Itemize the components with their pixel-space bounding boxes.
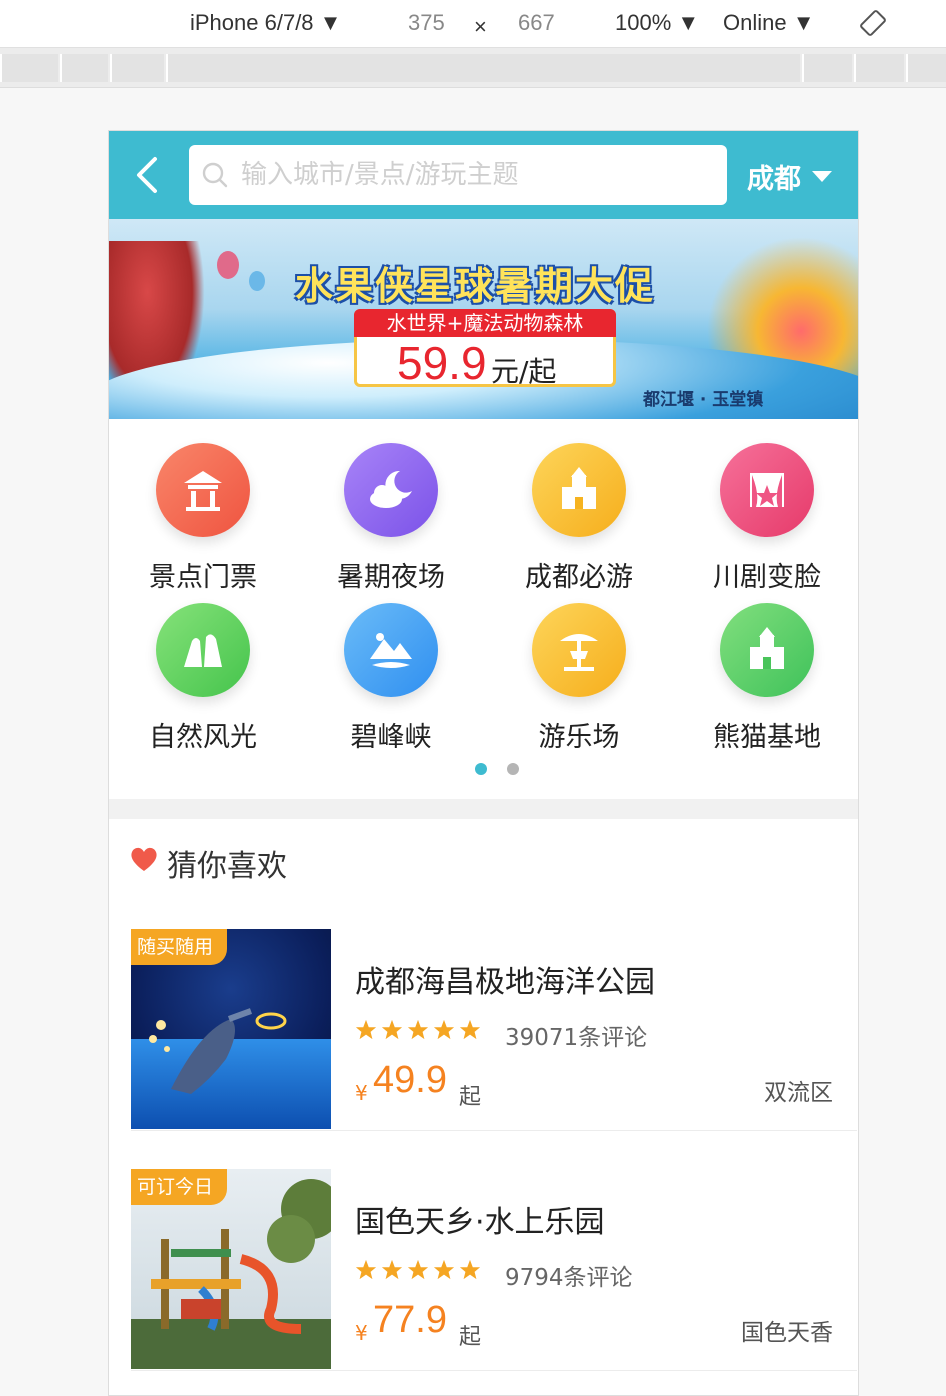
list-item[interactable]: 可订今日 国色天乡·水上乐园 9794条评论 ¥ 77.9 起 国色天香 [131,1149,857,1371]
moon-cloud-icon [344,443,438,537]
heart-icon [131,847,157,871]
star-icon [355,1259,377,1280]
back-arrow-icon[interactable] [131,153,171,197]
star-icon [407,1019,429,1040]
item-area: 国色天香 [741,1320,833,1346]
width-input[interactable]: 375 [408,10,445,36]
item-tag: 可订今日 [131,1169,228,1205]
balloon-icon [249,271,265,291]
item-price: 77.9 [373,1299,447,1341]
dimension-separator: × [474,14,487,39]
balloon-icon [217,251,239,279]
device-select[interactable]: iPhone 6/7/8 ▼ [190,10,341,36]
network-select[interactable]: Online ▼ [723,10,814,36]
promo-banner[interactable]: 水果侠星球暑期大促 水世界+魔法动物森林 59.9 元/起 都江堰 · 玉堂镇 [109,219,858,419]
category-nature[interactable]: 自然风光 [109,579,297,753]
media-query-ruler [0,48,946,88]
rating-stars [355,1019,485,1045]
top-header: 成都 [109,131,858,219]
category-must-visit[interactable]: 成都必游 [485,419,673,593]
category-label: 熊猫基地 [713,722,821,753]
star-icon [381,1019,403,1040]
castle-icon [720,603,814,697]
star-icon [407,1259,429,1280]
banner-location: 都江堰 · 玉堂镇 [643,390,764,410]
item-thumbnail[interactable]: 可订今日 [131,1169,331,1369]
city-selector[interactable]: 成都 [747,157,801,196]
star-icon [355,1019,377,1040]
category-amusement-park[interactable]: 游乐场 [485,579,673,753]
banner-price-unit: 元/起 [491,355,557,388]
search-input[interactable] [241,155,711,195]
section-title: 猜你喜欢 [167,849,287,884]
pager-dot-active[interactable] [475,763,487,775]
search-icon [202,162,228,188]
devtools-toolbar: iPhone 6/7/8 ▼ 375 × 667 100% ▼ Online ▼ [0,0,946,48]
item-title[interactable]: 成都海昌极地海洋公园 [355,957,655,1001]
section-divider [109,799,858,819]
phone-viewport: 成都 水果侠星球暑期大促 水世界+魔法动物森林 59.9 元/起 都江堰 · 玉… [108,130,859,1396]
mountain-icon [344,603,438,697]
banner-subtitle: 水世界+魔法动物森林 [354,309,616,337]
zoom-select[interactable]: 100% ▼ [615,10,699,36]
banner-price: 59.9 [397,337,487,389]
star-icon [433,1259,455,1280]
castle-icon [532,443,626,537]
list-item[interactable]: 随买随用 成都海昌极地海洋公园 39071条评论 ¥ 49.9 起 双流区 [131,909,857,1131]
category-night[interactable]: 暑期夜场 [297,419,485,593]
item-thumbnail[interactable]: 随买随用 [131,929,331,1129]
category-label: 游乐场 [538,722,620,753]
category-label: 自然风光 [149,722,257,753]
waterfall-icon [156,603,250,697]
category-label: 碧峰峡 [350,722,432,753]
price-suffix: 起 [459,1085,482,1110]
currency-symbol: ¥ [355,1321,368,1345]
category-tickets[interactable]: 景点门票 [109,419,297,593]
category-bifengxia[interactable]: 碧峰峡 [297,579,485,753]
rating-stars [355,1259,485,1285]
guess-you-like-section: 猜你喜欢 随买随用 成都海昌极地海洋公园 39071条评论 ¥ 49.9 起 双… [109,819,858,1395]
star-icon [459,1259,481,1280]
caret-down-icon[interactable] [812,171,832,182]
rotate-icon[interactable] [858,8,888,38]
item-title[interactable]: 国色天乡·水上乐园 [355,1197,605,1241]
star-icon [459,1019,481,1040]
banner-headline: 水果侠星球暑期大促 [295,264,656,308]
category-face-changing[interactable]: 川剧变脸 [673,419,858,593]
banner-price-card: 水世界+魔法动物森林 59.9 元/起 [354,309,616,389]
pavilion-icon [156,443,250,537]
pager-dot[interactable] [507,763,519,775]
currency-symbol: ¥ [355,1081,368,1105]
item-tag: 随买随用 [131,929,228,965]
review-count: 39071条评论 [505,1025,648,1051]
price-suffix: 起 [459,1325,482,1350]
category-panda-base[interactable]: 熊猫基地 [673,579,858,753]
star-icon [433,1019,455,1040]
review-count: 9794条评论 [505,1265,633,1291]
carousel-icon [532,603,626,697]
search-box[interactable] [189,145,727,205]
item-area: 双流区 [764,1080,833,1106]
item-price: 49.9 [373,1059,447,1101]
pager-dots [109,763,858,777]
theater-curtain-icon [720,443,814,537]
category-grid: 景点门票 暑期夜场 成都必游 川剧变脸 自然风光 碧峰峡 游乐场 熊猫基地 [109,419,858,799]
star-icon [381,1259,403,1280]
height-input[interactable]: 667 [518,10,555,36]
